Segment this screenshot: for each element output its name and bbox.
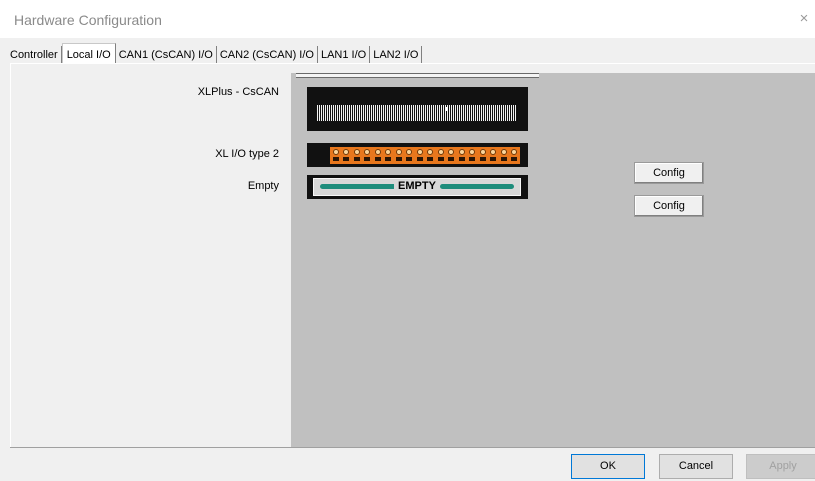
config-button-io[interactable]: Config xyxy=(634,162,704,184)
terminal-pin xyxy=(479,149,486,155)
cancel-button[interactable]: Cancel xyxy=(659,454,733,479)
terminal-pin xyxy=(437,149,444,155)
terminal-pin xyxy=(353,149,360,155)
ok-button[interactable]: OK xyxy=(571,454,645,479)
apply-button[interactable]: Apply xyxy=(746,454,815,479)
terminal-screw xyxy=(427,157,434,161)
terminal-pin xyxy=(395,149,402,155)
terminal-screw xyxy=(343,157,350,161)
slot-label-empty: Empty xyxy=(247,180,279,192)
terminal-pin xyxy=(416,149,423,155)
terminal-pin xyxy=(469,149,476,155)
window-title: Hardware Configuration xyxy=(14,12,162,28)
tab-local-io[interactable]: Local I/O xyxy=(61,43,116,65)
cpu-indicator xyxy=(445,107,448,111)
terminal-screw xyxy=(374,157,381,161)
config-button-empty[interactable]: Config xyxy=(634,195,704,217)
cpu-vents xyxy=(317,105,517,121)
tab-lan1-io[interactable]: LAN1 I/O xyxy=(318,46,371,64)
title-bar: Hardware Configuration × xyxy=(0,0,815,40)
terminal-screw-row xyxy=(333,157,517,163)
terminal-screw xyxy=(490,157,497,161)
terminal-screw xyxy=(510,157,517,161)
io-rack: EMPTY Config Config xyxy=(291,73,815,447)
tab-lan2-io[interactable]: LAN2 I/O xyxy=(370,46,423,64)
terminal-block xyxy=(330,147,520,164)
terminal-pin xyxy=(490,149,497,155)
terminal-screw xyxy=(437,157,444,161)
terminal-pin xyxy=(406,149,413,155)
terminal-pin xyxy=(427,149,434,155)
terminal-screw xyxy=(416,157,423,161)
slot-label-io: XL I/O type 2 xyxy=(215,148,279,160)
terminal-screw xyxy=(385,157,392,161)
rack-rail xyxy=(296,73,539,78)
empty-module[interactable]: EMPTY xyxy=(307,175,528,199)
terminal-pin xyxy=(364,149,371,155)
local-io-panel: XLPlus - CsCAN XL I/O type 2 Empty EMPTY xyxy=(10,63,815,447)
empty-module-label: EMPTY xyxy=(394,180,440,192)
footer-divider xyxy=(10,447,815,448)
terminal-screw xyxy=(458,157,465,161)
tab-can1-io[interactable]: CAN1 (CsCAN) I/O xyxy=(116,46,217,64)
terminal-screw xyxy=(406,157,413,161)
empty-slot-plate: EMPTY xyxy=(313,178,521,196)
dialog-body: Controller Local I/O CAN1 (CsCAN) I/O CA… xyxy=(0,38,815,481)
terminal-pin-row xyxy=(333,149,517,155)
close-icon[interactable]: × xyxy=(795,10,813,28)
cpu-module[interactable] xyxy=(307,87,528,131)
tab-can2-io[interactable]: CAN2 (CsCAN) I/O xyxy=(217,46,318,64)
terminal-screw xyxy=(353,157,360,161)
tab-strip: Controller Local I/O CAN1 (CsCAN) I/O CA… xyxy=(6,42,423,65)
terminal-screw xyxy=(395,157,402,161)
terminal-screw xyxy=(500,157,507,161)
terminal-pin xyxy=(385,149,392,155)
terminal-pin xyxy=(500,149,507,155)
terminal-pin xyxy=(448,149,455,155)
terminal-pin xyxy=(374,149,381,155)
terminal-screw xyxy=(333,157,339,161)
slot-label-cpu: XLPlus - CsCAN xyxy=(197,86,279,98)
terminal-pin xyxy=(343,149,350,155)
terminal-screw xyxy=(448,157,455,161)
terminal-screw xyxy=(479,157,486,161)
io-module[interactable] xyxy=(307,143,528,167)
terminal-screw xyxy=(364,157,371,161)
tab-controller[interactable]: Controller xyxy=(6,46,62,64)
terminal-pin xyxy=(510,149,517,155)
terminal-pin xyxy=(333,149,339,155)
terminal-pin xyxy=(458,149,465,155)
terminal-screw xyxy=(469,157,476,161)
